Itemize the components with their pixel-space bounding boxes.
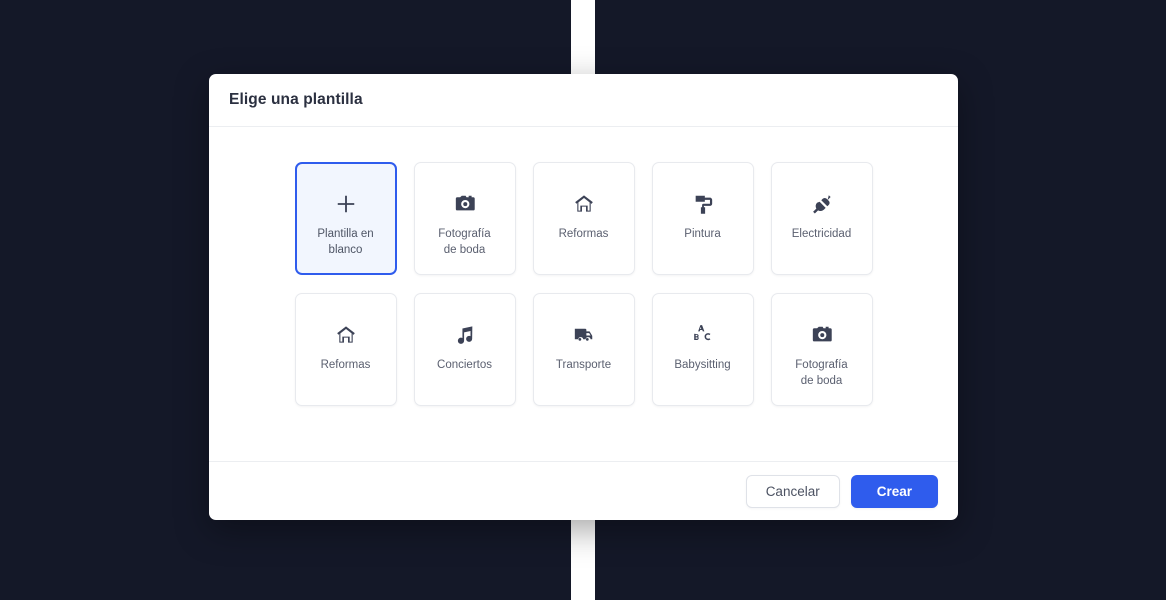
choose-template-dialog: Elige una plantilla Plantilla en blanco F…: [209, 74, 958, 520]
template-card[interactable]: Babysitting: [651, 293, 754, 406]
template-card[interactable]: Reformas: [532, 162, 635, 275]
template-card-label: Pintura: [684, 228, 721, 240]
template-card-label: Reformas: [320, 359, 371, 371]
dialog-footer: Cancelar Crear: [209, 461, 958, 520]
home-icon: [335, 322, 357, 348]
template-card-label: Transporte: [555, 359, 612, 371]
home-icon: [573, 191, 595, 217]
template-card[interactable]: Pintura: [651, 162, 754, 275]
truck-icon: [573, 322, 595, 348]
dialog-title: Elige una plantilla: [229, 91, 363, 108]
template-card-label: Electricidad: [791, 228, 852, 240]
template-card-label: Fotografía de boda: [438, 228, 491, 256]
camera-icon: [811, 322, 833, 348]
template-card[interactable]: Fotografía de boda: [770, 293, 873, 406]
template-card-label: Plantilla en blanco: [317, 228, 374, 256]
template-card-label: Fotografía de boda: [795, 359, 848, 387]
abc-blocks-icon: [692, 322, 714, 348]
template-card[interactable]: Transporte: [532, 293, 635, 406]
template-card[interactable]: Reformas: [294, 293, 397, 406]
template-card-label: Reformas: [558, 228, 609, 240]
plug-icon: [811, 191, 833, 217]
plus-icon: [335, 191, 357, 217]
dialog-header: Elige una plantilla: [209, 74, 958, 127]
create-button[interactable]: Crear: [850, 474, 938, 508]
template-card[interactable]: Plantilla en blanco: [294, 162, 397, 275]
cancel-button[interactable]: Cancelar: [745, 474, 840, 508]
template-card[interactable]: Fotografía de boda: [413, 162, 516, 275]
template-grid: Plantilla en blanco Fotografía de boda Ref…: [229, 149, 938, 406]
template-card[interactable]: Electricidad: [770, 162, 873, 275]
paint-roller-icon: [692, 191, 714, 217]
music-note-icon: [454, 322, 476, 348]
dialog-body: Plantilla en blanco Fotografía de boda Ref…: [209, 127, 958, 461]
camera-icon: [454, 191, 476, 217]
template-card-label: Babysitting: [674, 359, 731, 371]
template-card-label: Conciertos: [437, 359, 492, 371]
template-card[interactable]: Conciertos: [413, 293, 516, 406]
